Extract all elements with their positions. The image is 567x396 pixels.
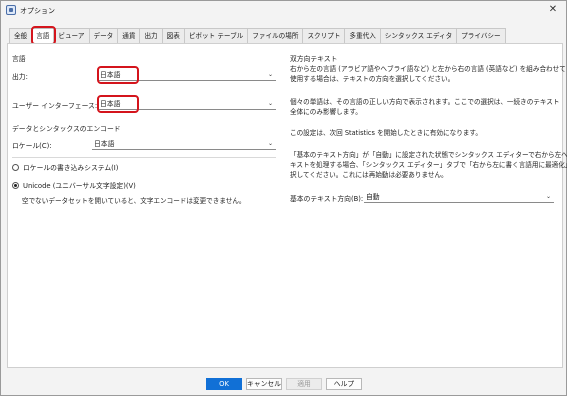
locale-select[interactable]: 日本語 ⌄ xyxy=(92,138,276,150)
bidi-paragraph-4-line-1: 「基本のテキスト方向」が「自動」に設定された状態でシンタックス エディターで右か… xyxy=(290,151,567,159)
locale-writing-system-label: ロケールの書き込みシステム(I) xyxy=(23,164,119,172)
chevron-down-icon: ⌄ xyxy=(267,71,273,78)
output-language-select[interactable]: 日本語 ⌄ xyxy=(98,69,276,81)
tab-data[interactable]: データ xyxy=(88,28,119,43)
bidi-paragraph-1-line-2: 使用する場合は、テキストの方向を選択してください。 xyxy=(290,75,455,83)
bidi-paragraph-3: この設定は、次回 Statistics を開始したときに有効になります。 xyxy=(290,129,482,137)
window-title: オプション xyxy=(20,7,55,15)
base-text-direction-select[interactable]: 自動 ⌄ xyxy=(364,191,554,203)
base-text-direction-label: 基本のテキスト方向(B): xyxy=(290,195,364,203)
bidi-paragraph-1-line-1: 右から左の言語 (アラビア語やヘブライ語など) と左から右の言語 (英語など) … xyxy=(290,65,566,73)
locale-writing-system-radio[interactable]: ロケールの書き込みシステム(I) xyxy=(12,162,118,172)
bidi-paragraph-4-line-2: キストを処理する場合、「シンタックス エディター」タブで「右から左に書く言語用に… xyxy=(290,161,567,169)
base-text-direction-value: 自動 xyxy=(366,193,380,201)
apply-button[interactable]: 適用 xyxy=(286,378,322,390)
help-button[interactable]: ヘルプ xyxy=(326,378,362,390)
locale-value: 日本語 xyxy=(94,140,115,148)
bidi-group-heading: 双方向テキスト xyxy=(290,55,338,63)
title-bar: オプション ✕ xyxy=(1,1,566,21)
tab-viewer[interactable]: ビューア xyxy=(53,28,90,43)
bidi-paragraph-2: 個々の単語は、その言語の正しい方向で表示されます。ここでの選択は、一続きのテキス… xyxy=(290,97,559,117)
output-language-value: 日本語 xyxy=(100,71,121,79)
output-language-label: 出力: xyxy=(12,73,28,81)
ok-button[interactable]: OK xyxy=(206,378,242,390)
language-tab-panel: 言語 出力: 日本語 ⌄ ユーザー インターフェース: 日本語 ⌄ データとシン… xyxy=(7,43,567,368)
bidi-paragraph-2-line-1: 個々の単語は、その言語の正しい方向で表示されます。ここでの選択は、一続きのテキス… xyxy=(290,98,560,106)
cancel-button[interactable]: キャンセル xyxy=(246,378,282,390)
tab-scripts[interactable]: スクリプト xyxy=(302,28,346,43)
tab-currency[interactable]: 通貨 xyxy=(117,28,141,43)
tab-syntax-editor[interactable]: シンタックス エディタ xyxy=(379,28,458,43)
tab-language[interactable]: 言語 xyxy=(31,28,55,44)
chevron-down-icon: ⌄ xyxy=(267,140,273,147)
ui-language-label: ユーザー インターフェース: xyxy=(12,102,98,110)
radio-checked-icon xyxy=(12,181,19,189)
app-icon xyxy=(6,5,16,15)
bidi-paragraph-4-line-3: 択してください。これには再始動は必要ありません。 xyxy=(290,171,448,179)
locale-label: ロケール(C): xyxy=(12,142,52,150)
tab-privacy[interactable]: プライバシー xyxy=(456,28,506,43)
options-dialog: オプション ✕ 全般 言語 ビューア データ 通貨 出力 図表 ピボット テーブ… xyxy=(0,0,567,396)
unicode-label: Unicode (ユニバーサル文字設定)(V) xyxy=(23,182,136,190)
encoding-note: 空でないデータセットを開いていると、文字エンコードは変更できません。 xyxy=(22,197,246,205)
encoding-divider xyxy=(12,157,276,158)
language-group-heading: 言語 xyxy=(12,55,26,63)
encoding-group-heading: データとシンタックスのエンコード xyxy=(12,125,121,133)
tab-output[interactable]: 出力 xyxy=(139,28,163,43)
tab-pivot-tables[interactable]: ピボット テーブル xyxy=(183,28,249,43)
tab-general[interactable]: 全般 xyxy=(9,28,33,43)
close-button[interactable]: ✕ xyxy=(546,3,560,17)
tab-multiple-imputations[interactable]: 多重代入 xyxy=(344,28,381,43)
ui-language-value: 日本語 xyxy=(100,100,121,108)
tab-file-locations[interactable]: ファイルの場所 xyxy=(247,28,304,43)
chevron-down-icon: ⌄ xyxy=(545,193,551,200)
tab-strip: 全般 言語 ビューア データ 通貨 出力 図表 ピボット テーブル ファイルの場… xyxy=(9,28,506,44)
bidi-paragraph-4: 「基本のテキスト方向」が「自動」に設定された状態でシンタックス エディターで右か… xyxy=(290,150,567,180)
ui-language-select[interactable]: 日本語 ⌄ xyxy=(98,98,276,110)
radio-unchecked-icon xyxy=(12,163,19,171)
unicode-radio[interactable]: Unicode (ユニバーサル文字設定)(V) xyxy=(12,180,136,190)
tab-charts[interactable]: 図表 xyxy=(161,28,185,43)
bidi-paragraph-1: 右から左の言語 (アラビア語やヘブライ語など) と左から右の言語 (英語など) … xyxy=(290,64,566,84)
chevron-down-icon: ⌄ xyxy=(267,100,273,107)
bidi-paragraph-2-line-2: 全体にのみ影響します。 xyxy=(290,108,362,116)
